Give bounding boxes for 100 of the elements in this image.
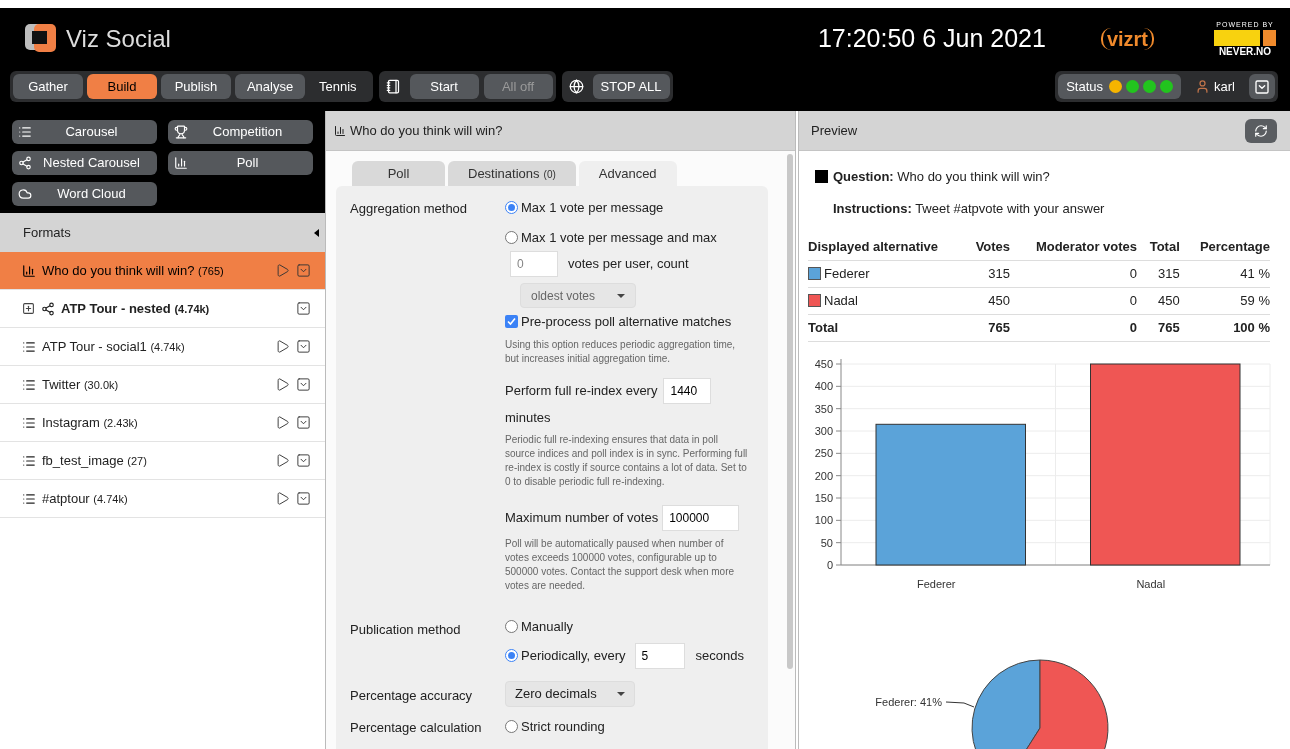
y-tick-label: 200 (814, 469, 833, 482)
user-name[interactable]: karl (1214, 76, 1235, 97)
nav-tab[interactable]: Publish (161, 74, 231, 99)
field-label: Percentage accuracy (350, 686, 473, 703)
list-icon (22, 491, 36, 506)
table-cell: 41 % (1179, 260, 1270, 287)
format-type-button[interactable]: Nested Carousel (12, 151, 157, 175)
question-marker (815, 170, 828, 184)
editor-tab[interactable]: Advanced (578, 161, 677, 186)
status-indicator[interactable]: Status (1058, 74, 1182, 99)
table-cell: 0 (1010, 260, 1138, 287)
play-icon[interactable] (275, 491, 290, 506)
dropdown-icon[interactable] (296, 377, 311, 392)
max-votes-field[interactable]: 100000 (662, 505, 740, 531)
format-row[interactable]: Who do you think will win? (765) (0, 252, 325, 290)
table-cell: 100 % (1179, 314, 1270, 341)
brand-logo: vizrt (1100, 28, 1154, 50)
radio-button[interactable] (505, 620, 518, 634)
notebook-icon[interactable] (385, 79, 401, 94)
nav-tab[interactable]: Tennis (309, 74, 367, 99)
dropdown-icon[interactable] (296, 301, 311, 316)
play-icon[interactable] (275, 415, 290, 430)
radio-button[interactable] (505, 201, 518, 215)
share-icon (41, 301, 55, 316)
y-tick-label: 100 (814, 513, 833, 526)
field-label: Aggregation method (350, 200, 469, 218)
radio-label: Manually (521, 618, 574, 636)
list-icon (18, 125, 32, 139)
formats-header[interactable]: Formats (0, 213, 325, 252)
radio-button[interactable] (505, 230, 518, 244)
editor-tab[interactable]: Poll (352, 161, 445, 186)
table-cell: 59 % (1179, 287, 1270, 314)
format-name: Instagram (2.43k) (42, 413, 138, 432)
help-text: Using this option reduces periodic aggregation time, but increases initial aggregation time. (505, 337, 737, 366)
bar-chart-icon (334, 124, 346, 137)
dropdown-icon[interactable] (296, 263, 311, 278)
field-suffix: minutes (505, 408, 552, 427)
leader-line (945, 701, 975, 707)
column-header: Votes (962, 234, 1011, 260)
help-text: Poll will be automatically paused when number of votes exceeds 100000 votes, configurable up to 500000 votes. Contact the support desk when more votes are needed. (505, 537, 736, 593)
app-title: Viz Social (66, 24, 171, 54)
panel-title: Preview (811, 121, 858, 140)
instructions-text: Instructions: Tweet #atpvote with your answer (833, 199, 1106, 218)
table-cell-text: Nadal (824, 291, 858, 310)
dropdown-icon[interactable] (296, 415, 311, 430)
accuracy-select[interactable]: Zero decimals (505, 680, 635, 707)
nav-tab[interactable]: Gather (13, 74, 83, 99)
stop-all-button[interactable]: STOP ALL (592, 74, 670, 99)
play-icon[interactable] (275, 263, 290, 278)
play-icon[interactable] (275, 453, 290, 468)
play-icon[interactable] (275, 377, 290, 392)
reindex-interval-field[interactable]: 1440 (663, 377, 712, 404)
chevron-down-icon (1254, 78, 1270, 95)
expand-icon[interactable] (22, 302, 35, 315)
field-suffix: seconds (695, 646, 744, 665)
dropdown-icon[interactable] (296, 491, 311, 506)
column-header: Total (1137, 234, 1180, 260)
column-header: Percentage (1179, 234, 1270, 260)
format-type-button[interactable]: Competition (168, 120, 313, 144)
radio-button[interactable] (505, 649, 518, 662)
refresh-button[interactable] (1245, 118, 1277, 143)
radio-label: Max 1 vote per message (521, 199, 664, 217)
nav-tab[interactable]: Build (87, 74, 157, 99)
field-label: Publication method (350, 621, 461, 637)
nav-tab[interactable]: Analyse (235, 74, 305, 99)
editor-tab[interactable]: Destinations (0) (448, 161, 576, 186)
table-cell: 315 (1137, 260, 1180, 287)
table-cell: 765 (1137, 314, 1180, 341)
play-icon[interactable] (275, 339, 290, 354)
list-icon (22, 415, 36, 430)
field-label: Perform full re-index every (505, 381, 658, 400)
bar-chart-icon (22, 263, 36, 278)
table-cell: 765 (962, 314, 1011, 341)
globe-icon[interactable] (568, 79, 584, 94)
radio-button[interactable] (505, 719, 518, 733)
checkbox[interactable] (505, 315, 518, 329)
y-tick-label: 450 (814, 357, 833, 370)
logo-square (1263, 29, 1276, 46)
question-text: Question: Who do you think will win? (833, 168, 1050, 186)
radio-label: Strict rounding (521, 717, 605, 736)
format-type-button[interactable]: Poll (168, 151, 313, 175)
help-text: Periodic full re-indexing ensures that data in poll source indices and poll index is in sync. Performing full re-index is costly if source contains a lot of data. Set to 0 to disable periodic full re-indexing. (505, 433, 749, 489)
format-name: ATP Tour - nested (4.74k) (61, 299, 210, 318)
count-order-select[interactable]: oldest votes (520, 283, 636, 308)
table-cell: 450 (962, 287, 1011, 314)
votes-per-user-field[interactable]: 0 (510, 251, 558, 277)
y-tick-label: 0 (826, 558, 833, 571)
slice-label: Federer: 41% (875, 695, 942, 708)
format-type-button[interactable]: Word Cloud (12, 182, 157, 206)
format-name: fb_test_image (27) (42, 451, 147, 470)
list-icon (22, 377, 36, 392)
interval-field[interactable]: 5 (634, 642, 685, 669)
dropdown-icon[interactable] (296, 339, 311, 354)
format-type-button[interactable]: Carousel (12, 120, 157, 144)
share-icon (18, 156, 32, 170)
user-menu-button[interactable] (1249, 74, 1275, 99)
clock: 17:20:50 6 Jun 2021 (817, 23, 1046, 55)
dropdown-icon[interactable] (296, 453, 311, 468)
y-tick-label: 400 (814, 379, 833, 392)
control-button[interactable]: Start (409, 74, 479, 99)
